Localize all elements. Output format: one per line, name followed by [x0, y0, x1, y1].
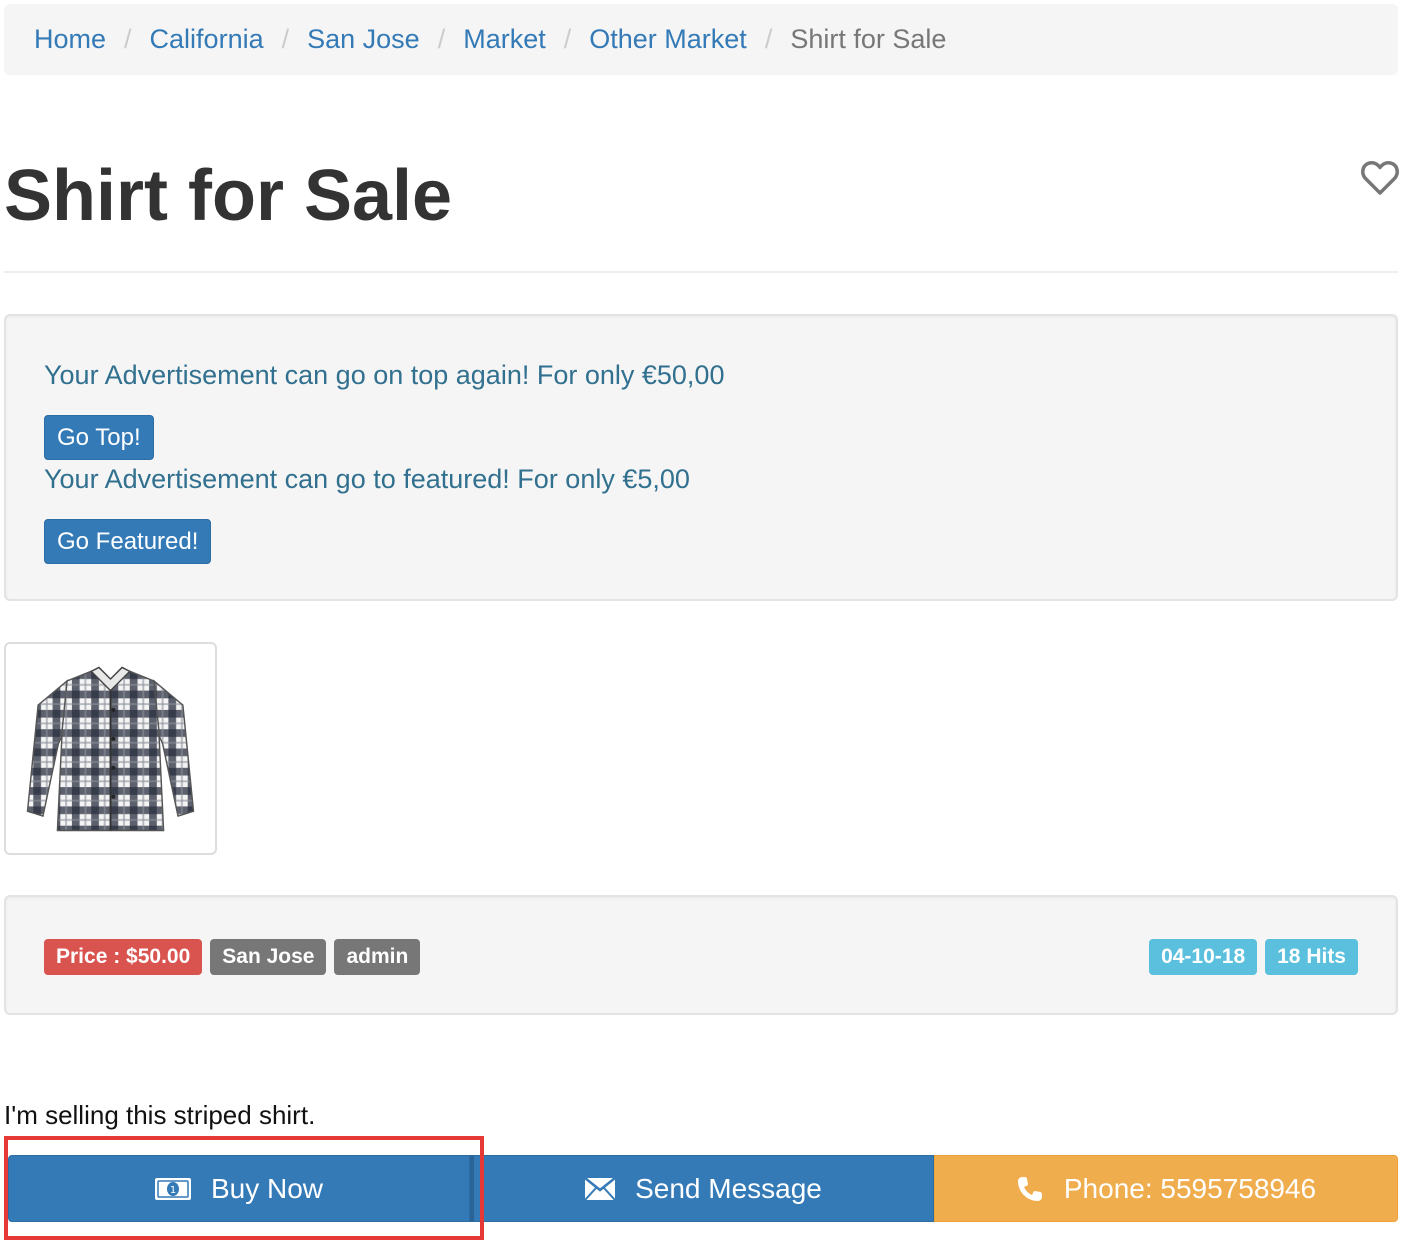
phone-icon [1016, 1175, 1044, 1203]
location-badge: San Jose [210, 939, 327, 975]
go-featured-button[interactable]: Go Featured! [44, 519, 212, 564]
title-divider [4, 271, 1398, 273]
svg-text:1: 1 [170, 1185, 176, 1196]
envelope-icon [585, 1177, 616, 1200]
listing-labels-left: Price : $50.00 San Jose admin [44, 939, 421, 975]
send-message-label: Send Message [635, 1172, 822, 1204]
breadcrumb-separator: / [563, 24, 572, 54]
breadcrumb-current: Shirt for Sale [790, 24, 947, 54]
buy-now-label: Buy Now [210, 1172, 324, 1204]
breadcrumb: Home / California / San Jose / Market / … [4, 4, 1398, 75]
price-badge: Price : $50.00 [44, 939, 203, 975]
money-bill-icon: 1 [154, 1177, 191, 1200]
breadcrumb-other-market[interactable]: Other Market [589, 24, 747, 55]
listing-image-thumbnail[interactable] [4, 642, 217, 855]
promo-featured-text: Your Advertisement can go to featured! F… [44, 464, 690, 494]
breadcrumb-separator: / [124, 24, 132, 54]
buy-now-button[interactable]: 1 Buy Now [8, 1155, 470, 1222]
send-message-button[interactable]: Send Message [470, 1155, 934, 1222]
breadcrumb-separator: / [764, 24, 773, 54]
date-badge: 04-10-18 [1149, 939, 1258, 975]
breadcrumb-san-jose[interactable]: San Jose [307, 24, 420, 55]
page-title: Shirt for Sale [4, 156, 453, 236]
promo-top-text: Your Advertisement can go on top again! … [44, 360, 725, 390]
hits-badge: 18 Hits [1265, 939, 1358, 975]
phone-button[interactable]: Phone: 5595758946 [934, 1155, 1398, 1222]
breadcrumb-separator: / [281, 24, 290, 54]
breadcrumb-market[interactable]: Market [463, 24, 546, 55]
promotion-panel: Your Advertisement can go on top again! … [4, 314, 1398, 601]
author-badge: admin [334, 939, 421, 975]
listing-info-panel: Price : $50.00 San Jose admin 04-10-18 1… [4, 895, 1398, 1015]
go-top-button[interactable]: Go Top! [44, 415, 154, 460]
breadcrumb-california[interactable]: California [150, 24, 264, 55]
breadcrumb-separator: / [437, 24, 446, 54]
shirt-image [26, 666, 195, 832]
listing-description: I'm selling this striped shirt. [4, 1100, 316, 1130]
phone-label: Phone: 5595758946 [1063, 1172, 1317, 1204]
listing-labels-right: 04-10-18 18 Hits [1149, 939, 1358, 975]
breadcrumb-home[interactable]: Home [34, 24, 106, 55]
heart-outline-icon[interactable] [1361, 160, 1399, 196]
